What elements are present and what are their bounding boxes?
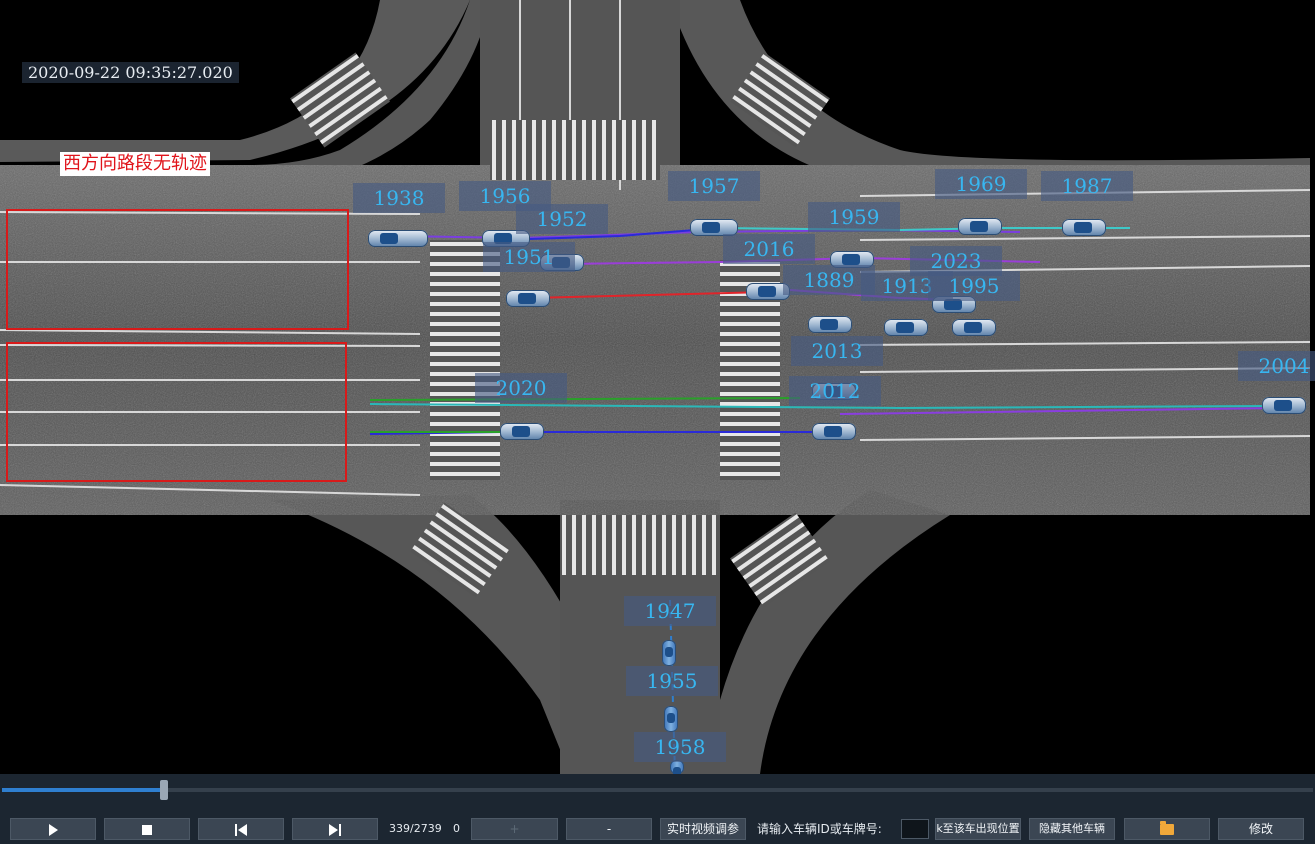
vehicle-id-label[interactable]: 1947 (624, 596, 716, 626)
progress-handle[interactable] (160, 780, 169, 800)
vehicle-id-label[interactable]: 1957 (668, 171, 760, 201)
vehicle-id-label[interactable]: 1952 (516, 204, 608, 234)
vehicle-id-label[interactable]: 1958 (634, 732, 726, 762)
vehicle-id-label[interactable]: 1955 (626, 666, 718, 696)
stop-button[interactable] (104, 818, 190, 840)
folder-icon (1160, 821, 1174, 835)
vehicle-icon[interactable] (1262, 397, 1306, 414)
skip-forward-icon (329, 823, 341, 836)
vehicle-icon[interactable] (662, 640, 676, 666)
open-folder-button[interactable] (1124, 818, 1210, 840)
vehicle-id-label[interactable]: 2016 (723, 234, 815, 264)
vehicle-id-label[interactable]: 2020 (475, 373, 567, 403)
point-cloud-view[interactable]: 2020-09-22 09:35:27.020 西方向路段无轨迹 1938 19… (0, 0, 1315, 774)
vehicle-id-prompt: 请输入车辆ID或车牌号: (757, 822, 882, 836)
speed-down-button[interactable]: - (566, 818, 652, 840)
play-icon (48, 823, 58, 836)
stop-icon (142, 824, 152, 835)
vehicle-icon[interactable] (812, 423, 856, 440)
vehicle-icon[interactable] (500, 423, 544, 440)
roi-box-lower[interactable] (6, 342, 347, 482)
vehicle-id-input[interactable] (901, 819, 929, 839)
vehicle-icon[interactable] (958, 218, 1002, 235)
skip-back-icon (235, 823, 247, 836)
vehicle-icon[interactable] (506, 290, 550, 307)
next-frame-button[interactable] (292, 818, 378, 840)
player-controls: 339/2739 0 + - 实时视频调参 请输入车辆ID或车牌号: k至该车出… (0, 774, 1315, 844)
vehicle-id-label[interactable]: 1951 (483, 242, 575, 272)
vehicle-icon[interactable] (368, 230, 428, 247)
vehicle-id-label[interactable]: 1995 (928, 271, 1020, 301)
vehicle-id-label[interactable]: 1938 (353, 183, 445, 213)
play-button[interactable] (10, 818, 96, 840)
frame-counter: 339/2739 (389, 822, 442, 835)
realtime-tuning-button[interactable]: 实时视频调参 (660, 818, 746, 840)
vehicle-id-label[interactable]: 1969 (935, 169, 1027, 199)
edit-button[interactable]: 修改 (1218, 818, 1304, 840)
warning-label: 西方向路段无轨迹 (60, 152, 210, 176)
vehicle-icon[interactable] (884, 319, 928, 336)
timestamp-label: 2020-09-22 09:35:27.020 (22, 62, 239, 83)
vehicle-id-label[interactable]: 2004 (1238, 351, 1315, 381)
vehicle-id-label[interactable]: 1987 (1041, 171, 1133, 201)
vehicle-id-label[interactable]: 1959 (808, 202, 900, 232)
vehicle-id-label[interactable]: 2013 (791, 336, 883, 366)
hide-other-vehicles-button[interactable]: 隐藏其他车辆 (1029, 818, 1115, 840)
vehicle-icon[interactable] (670, 760, 684, 774)
vehicle-icon[interactable] (1062, 219, 1106, 236)
jump-to-vehicle-button[interactable]: k至该车出现位置 (935, 818, 1021, 840)
vehicle-icon[interactable] (952, 319, 996, 336)
progress-fill (2, 788, 165, 792)
roi-box-upper[interactable] (6, 209, 349, 330)
vehicle-id-label[interactable]: 2012 (789, 376, 881, 406)
progress-slider[interactable] (2, 780, 1313, 800)
previous-frame-button[interactable] (198, 818, 284, 840)
speed-value: 0 (453, 822, 460, 835)
vehicle-icon[interactable] (664, 706, 678, 732)
vehicle-icon[interactable] (808, 316, 852, 333)
speed-up-button[interactable]: + (471, 818, 558, 840)
